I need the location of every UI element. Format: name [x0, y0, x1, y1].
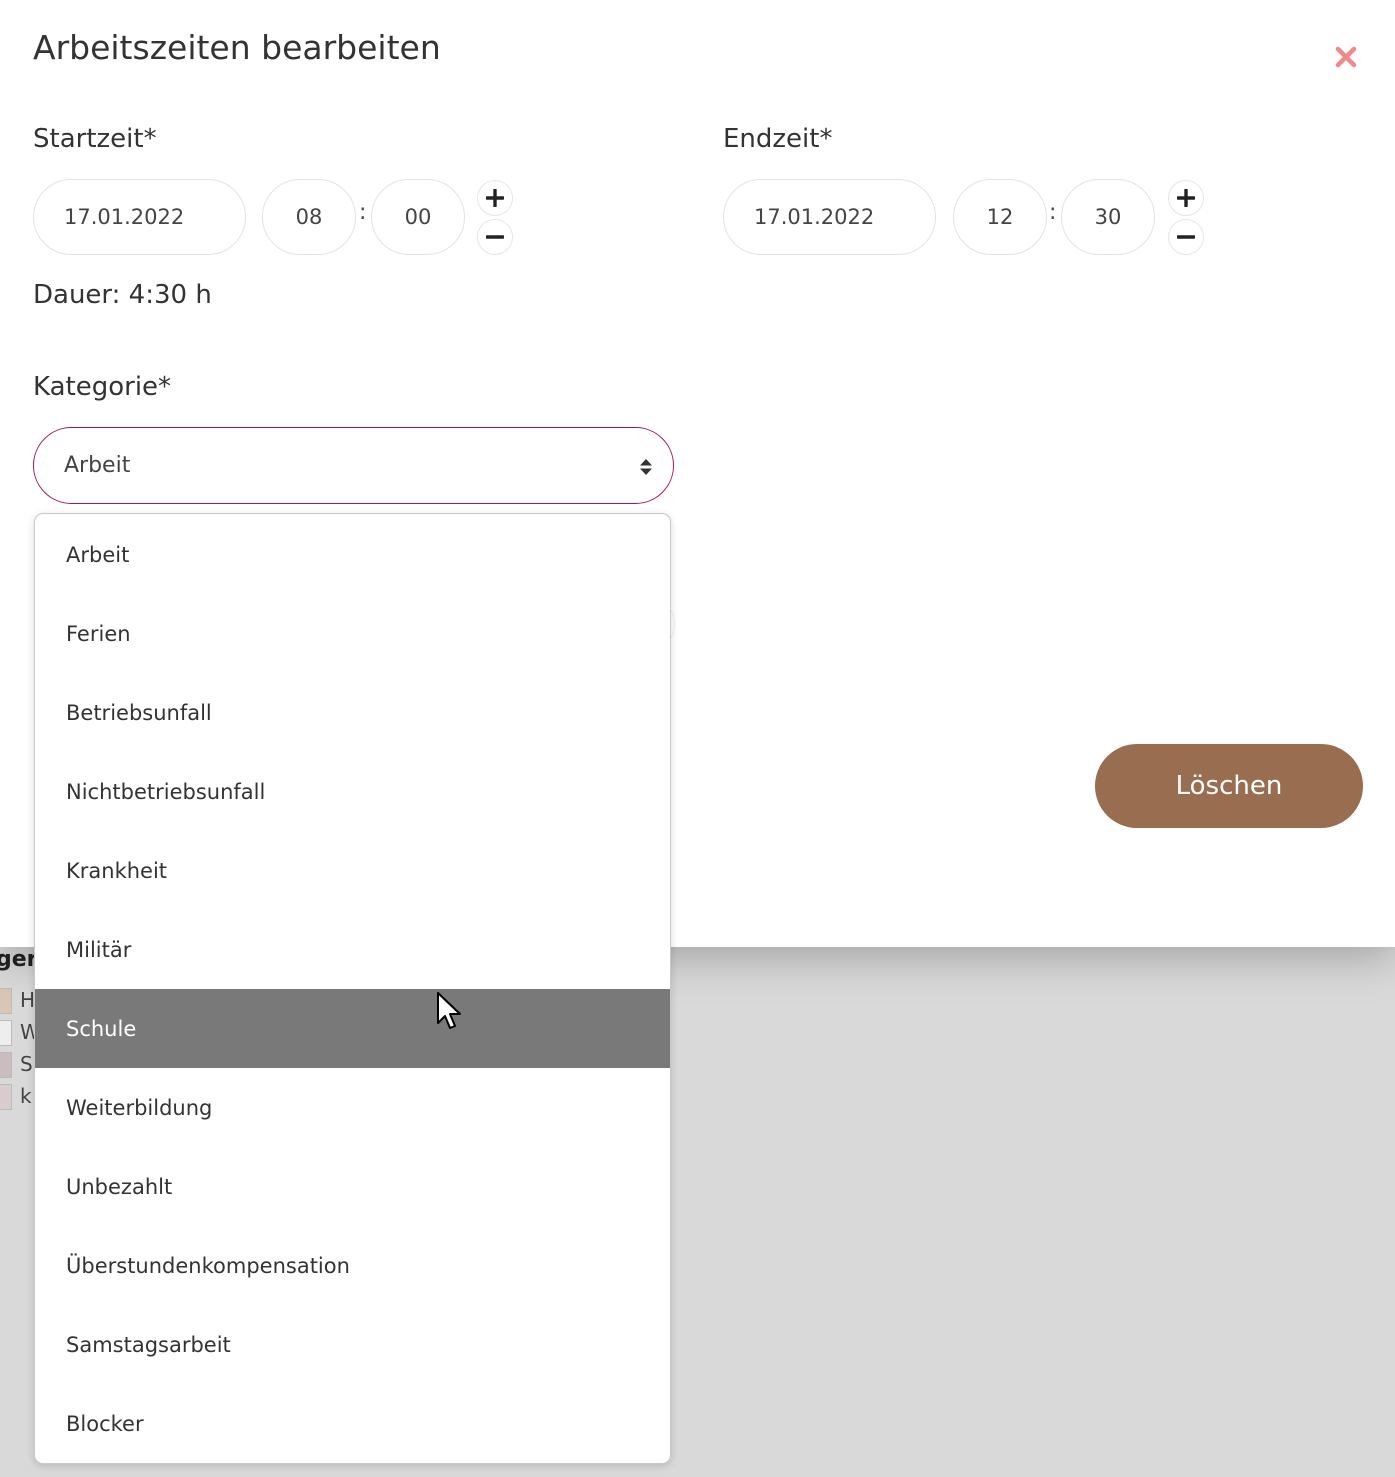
- dropdown-option-blocker[interactable]: Blocker: [35, 1384, 670, 1463]
- end-decrement-button[interactable]: [1168, 219, 1204, 255]
- start-increment-button[interactable]: [477, 180, 513, 216]
- category-label: Kategorie*: [33, 372, 172, 402]
- dropdown-option-samstagsarbeit[interactable]: Samstagsarbeit: [35, 1305, 670, 1384]
- duration-text: Dauer: 4:30 h: [33, 280, 212, 310]
- plus-icon: [486, 189, 504, 207]
- start-hour-input[interactable]: 08: [262, 179, 356, 255]
- background-legend-heading: ger: [0, 947, 38, 972]
- start-date-input[interactable]: 17.01.2022: [33, 179, 246, 255]
- end-time-separator: :: [1049, 200, 1057, 225]
- dropdown-option-militaer[interactable]: Militär: [35, 910, 670, 989]
- dropdown-option-ferien[interactable]: Ferien: [35, 594, 670, 673]
- start-time-separator: :: [359, 200, 367, 225]
- category-selected-value: Arbeit: [64, 453, 131, 478]
- legend-swatch: [0, 1084, 12, 1110]
- dropdown-option-nichtbetriebsunfall[interactable]: Nichtbetriebsunfall: [35, 752, 670, 831]
- sort-arrows-icon: [640, 459, 652, 475]
- start-minute-input[interactable]: 00: [371, 179, 465, 255]
- minus-icon: [486, 235, 504, 239]
- category-select[interactable]: Arbeit: [33, 427, 674, 504]
- delete-button[interactable]: Löschen: [1095, 744, 1363, 828]
- end-hour-input[interactable]: 12: [953, 179, 1047, 255]
- legend-swatch: [0, 1020, 12, 1046]
- close-button[interactable]: [1329, 40, 1363, 74]
- dropdown-option-arbeit[interactable]: Arbeit: [35, 515, 670, 594]
- modal-title: Arbeitszeiten bearbeiten: [33, 28, 441, 67]
- end-date-input[interactable]: 17.01.2022: [723, 179, 936, 255]
- minus-icon: [1177, 235, 1195, 239]
- category-dropdown-list: Arbeit Ferien Betriebsunfall Nichtbetrie…: [34, 513, 671, 1464]
- dropdown-option-betriebsunfall[interactable]: Betriebsunfall: [35, 673, 670, 752]
- end-increment-button[interactable]: [1168, 180, 1204, 216]
- end-time-label: Endzeit*: [723, 124, 833, 154]
- end-minute-input[interactable]: 30: [1061, 179, 1155, 255]
- close-icon: [1335, 46, 1357, 68]
- dropdown-option-schule[interactable]: Schule: [35, 989, 670, 1068]
- dropdown-option-krankheit[interactable]: Krankheit: [35, 831, 670, 910]
- dropdown-option-weiterbildung[interactable]: Weiterbildung: [35, 1068, 670, 1147]
- start-time-label: Startzeit*: [33, 124, 157, 154]
- plus-icon: [1177, 189, 1195, 207]
- legend-swatch: [0, 988, 12, 1014]
- dropdown-option-ueberstundenkompensation[interactable]: Überstundenkompensation: [35, 1226, 670, 1305]
- dropdown-option-unbezahlt[interactable]: Unbezahlt: [35, 1147, 670, 1226]
- start-decrement-button[interactable]: [477, 219, 513, 255]
- legend-swatch: [0, 1052, 12, 1078]
